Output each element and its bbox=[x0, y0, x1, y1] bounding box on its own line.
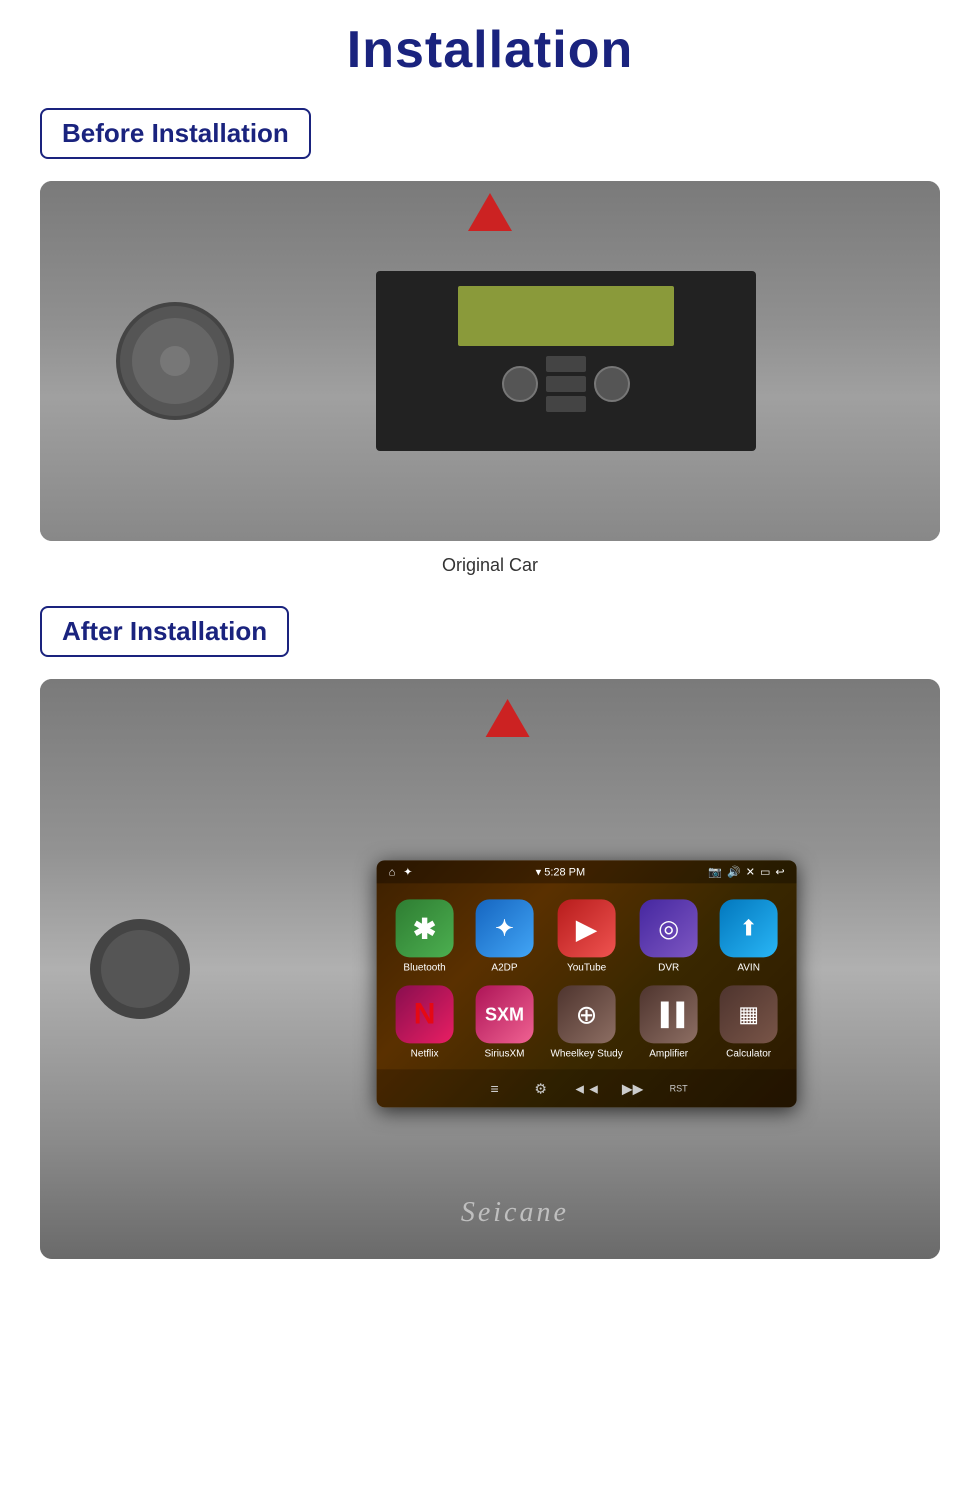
after-badge: After Installation bbox=[40, 606, 289, 657]
hu-knob-right bbox=[594, 366, 630, 402]
after-car-background: ⌂ ✦ ▾ 5:28 PM 📷 🔊 ✕ ▭ ↩ bbox=[40, 679, 940, 1259]
steering-wheel-after bbox=[90, 919, 190, 1019]
old-head-unit bbox=[376, 271, 756, 451]
app-dvr[interactable]: ◎ DVR bbox=[635, 899, 703, 973]
page-title: Installation bbox=[40, 20, 940, 80]
app-avin[interactable]: ⬆ AVIN bbox=[715, 899, 783, 973]
window-icon[interactable]: ▭ bbox=[760, 865, 770, 878]
hu-buttons bbox=[386, 356, 746, 412]
hu-knob-left bbox=[502, 366, 538, 402]
app-bluetooth[interactable]: ✱ Bluetooth bbox=[391, 899, 459, 973]
after-installation-image: ⌂ ✦ ▾ 5:28 PM 📷 🔊 ✕ ▭ ↩ bbox=[40, 679, 940, 1259]
before-badge-text: Before Installation bbox=[62, 118, 289, 149]
hu-btn-2 bbox=[546, 376, 586, 392]
app-grid-row1: ✱ Bluetooth ✦ A2DP ▶ bbox=[377, 883, 797, 1069]
app-bluetooth-label: Bluetooth bbox=[403, 962, 445, 973]
app-netflix[interactable]: N Netflix bbox=[391, 985, 459, 1059]
a2dp-icon: ✦ bbox=[475, 899, 533, 957]
hu-btn-3 bbox=[546, 396, 586, 412]
camera-icon: 📷 bbox=[708, 865, 722, 878]
youtube-icon: ▶ bbox=[558, 899, 616, 957]
hu-display bbox=[458, 286, 674, 346]
before-section: Before Installation bbox=[40, 108, 940, 576]
amplifier-icon: ▐▐ bbox=[640, 985, 698, 1043]
after-badge-text: After Installation bbox=[62, 616, 267, 647]
calculator-icon: ▦ bbox=[720, 985, 778, 1043]
after-section: After Installation ⌂ ✦ ▾ 5:28 PM 📷 bbox=[40, 606, 940, 1259]
bottom-prev-icon[interactable]: ◄◄ bbox=[576, 1077, 598, 1099]
app-a2dp-label: A2DP bbox=[491, 962, 517, 973]
app-calculator[interactable]: ▦ Calculator bbox=[715, 985, 783, 1059]
bottom-menu-icon[interactable]: ≡ bbox=[484, 1077, 506, 1099]
dvr-icon: ◎ bbox=[640, 899, 698, 957]
triangle-indicator-after bbox=[486, 699, 530, 737]
before-installation-image bbox=[40, 181, 940, 541]
app-dvr-label: DVR bbox=[658, 962, 679, 973]
before-caption: Original Car bbox=[40, 555, 940, 576]
statusbar-time: ▾ 5:28 PM bbox=[536, 865, 586, 878]
app-siriusxm-label: SiriusXM bbox=[484, 1048, 524, 1059]
home-icon[interactable]: ⌂ bbox=[389, 866, 396, 878]
triangle-indicator-before bbox=[468, 193, 512, 231]
app-siriusxm[interactable]: SXM SiriusXM bbox=[471, 985, 539, 1059]
statusbar-icons: 📷 🔊 ✕ ▭ ↩ bbox=[708, 865, 784, 878]
android-statusbar: ⌂ ✦ ▾ 5:28 PM 📷 🔊 ✕ ▭ ↩ bbox=[377, 860, 797, 883]
steering-wheel-before bbox=[120, 306, 230, 416]
android-bottombar: ≡ ⚙ ◄◄ ▶▶ RST bbox=[377, 1069, 797, 1107]
android-head-unit: ⌂ ✦ ▾ 5:28 PM 📷 🔊 ✕ ▭ ↩ bbox=[377, 860, 797, 1107]
bottom-rst-icon[interactable]: RST bbox=[668, 1077, 690, 1099]
bottom-settings-icon[interactable]: ⚙ bbox=[530, 1077, 552, 1099]
wifi-icon: ✦ bbox=[403, 865, 412, 878]
app-amplifier[interactable]: ▐▐ Amplifier bbox=[635, 985, 703, 1059]
bluetooth-icon: ✱ bbox=[396, 899, 454, 957]
wheelkey-icon: ⊕ bbox=[558, 985, 616, 1043]
hu-btn-1 bbox=[546, 356, 586, 372]
app-youtube-label: YouTube bbox=[567, 962, 606, 973]
volume-icon: 🔊 bbox=[727, 865, 741, 878]
avin-icon: ⬆ bbox=[720, 899, 778, 957]
hu-btn-group bbox=[546, 356, 586, 412]
back-icon[interactable]: ↩ bbox=[775, 865, 784, 878]
app-wheelkey[interactable]: ⊕ Wheelkey Study bbox=[550, 985, 622, 1059]
seicane-brand: Seicane bbox=[461, 1197, 569, 1229]
netflix-icon: N bbox=[396, 985, 454, 1043]
bottom-next-icon[interactable]: ▶▶ bbox=[622, 1077, 644, 1099]
app-avin-label: AVIN bbox=[737, 962, 760, 973]
before-badge: Before Installation bbox=[40, 108, 311, 159]
app-amplifier-label: Amplifier bbox=[649, 1048, 688, 1059]
siriusxm-icon: SXM bbox=[475, 985, 533, 1043]
close-icon[interactable]: ✕ bbox=[746, 865, 755, 878]
statusbar-left: ⌂ ✦ bbox=[389, 865, 413, 878]
app-youtube[interactable]: ▶ YouTube bbox=[550, 899, 622, 973]
app-wheelkey-label: Wheelkey Study bbox=[550, 1048, 622, 1059]
app-netflix-label: Netflix bbox=[411, 1048, 439, 1059]
app-a2dp[interactable]: ✦ A2DP bbox=[471, 899, 539, 973]
app-calculator-label: Calculator bbox=[726, 1048, 771, 1059]
